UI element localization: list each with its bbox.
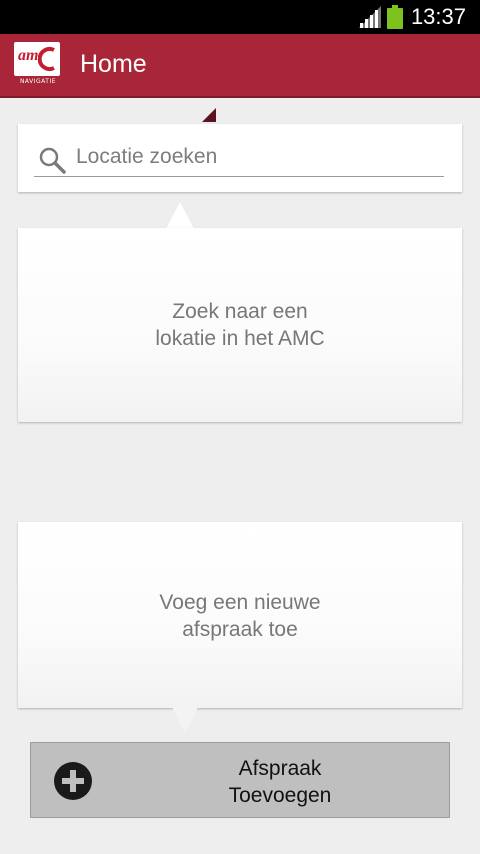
- search-input[interactable]: Locatie zoeken: [34, 142, 444, 177]
- logo-badge: am: [14, 42, 60, 76]
- search-placeholder: Locatie zoeken: [76, 145, 218, 168]
- app-logo[interactable]: am NAVIGATIE: [14, 42, 62, 90]
- appointment-hint-line-2: afspraak toe: [182, 618, 298, 641]
- appointment-hint-text: Voeg een nieuwe afspraak toe: [18, 589, 462, 643]
- add-label-line-1: Afspraak: [238, 757, 322, 780]
- search-card: Locatie zoeken: [18, 124, 462, 192]
- spinner-indicator-icon: [202, 108, 216, 122]
- status-indicators: 13:37: [358, 2, 466, 32]
- logo-arc-icon: [38, 47, 55, 71]
- search-hint-line-1: Zoek naar een: [172, 300, 308, 323]
- add-label-line-2: Toevoegen: [228, 784, 332, 807]
- search-hint-card: Zoek naar een lokatie in het AMC: [18, 228, 462, 422]
- search-hint-line-2: lokatie in het AMC: [155, 327, 325, 350]
- plus-circle-icon: [54, 762, 92, 800]
- status-time: 13:37: [410, 4, 466, 29]
- card-pointer-down: [172, 707, 198, 733]
- page-title[interactable]: Home: [80, 50, 147, 79]
- appointment-hint-card: Voeg een nieuwe afspraak toe: [18, 522, 462, 708]
- battery-icon: [386, 5, 403, 29]
- signal-icon: [358, 6, 381, 28]
- logo-text: am: [18, 47, 39, 64]
- appointment-hint-line-1: Voeg een nieuwe: [159, 591, 321, 614]
- logo-subtitle: NAVIGATIE: [19, 78, 57, 85]
- add-appointment-label: Afspraak Toevoegen: [111, 755, 449, 809]
- card-pointer-up: [166, 202, 194, 229]
- search-hint-text: Zoek naar een lokatie in het AMC: [18, 298, 462, 352]
- action-bar: am NAVIGATIE Home: [0, 34, 480, 122]
- add-appointment-button[interactable]: Afspraak Toevoegen: [30, 742, 450, 818]
- search-icon: [39, 147, 66, 174]
- status-bar: 13:37: [0, 0, 480, 34]
